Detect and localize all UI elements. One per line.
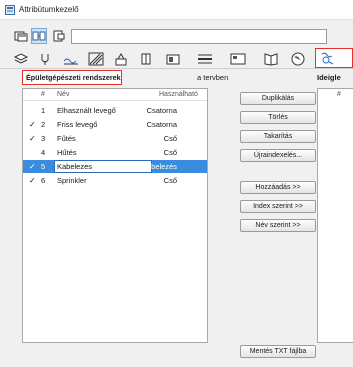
by-name-button[interactable]: Név szerint >>	[240, 219, 316, 232]
duplicate-button[interactable]: Duplikálás	[240, 92, 316, 105]
attribute-manager-button[interactable]	[31, 28, 47, 44]
line-type-icon[interactable]	[63, 52, 79, 66]
temporary-list-panel: #	[317, 88, 353, 343]
table-row[interactable]: ✓ 3 Fűtés Cső	[23, 132, 207, 145]
row-checkmark[interactable]: ✓	[29, 134, 36, 143]
building-material-icon[interactable]	[113, 52, 129, 66]
globe-icon[interactable]	[290, 52, 306, 66]
profile-icon[interactable]	[165, 52, 181, 66]
row-checkmark[interactable]: ✓	[29, 176, 36, 185]
title-bar: Attribútumkezelő	[0, 0, 353, 20]
section-label: Épületgépészeti rendszerek	[22, 70, 122, 85]
app-icon	[5, 5, 15, 15]
row-name: Friss levegő	[57, 120, 98, 129]
pen-icon[interactable]	[37, 52, 53, 66]
table-row[interactable]: 1 Elhasznált levegő Csatorna	[23, 104, 207, 117]
row-type: Cső	[163, 176, 177, 185]
table-header: # Név Használható	[23, 89, 207, 101]
copy-icon	[53, 30, 65, 42]
row-name: Fűtés	[57, 134, 76, 143]
attribute-type-tabs	[0, 50, 353, 69]
row-name: Elhasznált levegő	[57, 106, 116, 115]
mep-systems-table: # Név Használható 1 Elhasznált levegő Cs…	[22, 88, 208, 343]
save-txt-button[interactable]: Mentés TXT fájlba	[240, 345, 316, 358]
col-number[interactable]: #	[41, 91, 45, 98]
add-button[interactable]: Hozzáadás >>	[240, 181, 316, 194]
col-type[interactable]: Használható	[159, 91, 198, 98]
row-number: 6	[41, 176, 46, 185]
row-name: Sprinkler	[57, 176, 87, 185]
open-file-button[interactable]	[13, 28, 29, 44]
temporary-panel-label: Ideigle	[317, 73, 341, 82]
delete-button[interactable]: Törlés	[240, 111, 316, 124]
row-type: Csatorna	[146, 106, 177, 115]
surface-icon[interactable]	[230, 52, 246, 66]
row-number: 1	[41, 106, 46, 115]
attribute-manager-icon	[32, 31, 46, 41]
row-type: Kabelezés	[141, 162, 177, 171]
row-number: 4	[41, 148, 46, 157]
purge-button[interactable]: Takarítás	[240, 130, 316, 143]
mep-system-icon	[321, 52, 334, 65]
layers-icon[interactable]	[13, 52, 29, 66]
book-icon[interactable]	[263, 52, 279, 66]
renumber-button[interactable]: Újraindexelés...	[240, 149, 316, 162]
row-checkmark[interactable]: ✓	[29, 120, 36, 129]
row-name-edit-field[interactable]: Kabelezes	[54, 160, 152, 173]
mep-systems-tab[interactable]	[315, 48, 353, 68]
table-row[interactable]: ✓ 6 Sprinkler Cső	[23, 174, 207, 187]
row-checkmark[interactable]: ✓	[29, 162, 36, 171]
fill-icon[interactable]	[88, 52, 104, 66]
col-name[interactable]: Név	[57, 91, 69, 98]
row-number: 2	[41, 120, 46, 129]
by-index-button[interactable]: Index szerint >>	[240, 200, 316, 213]
search-input[interactable]	[71, 29, 327, 44]
in-project-label: a tervben	[197, 73, 229, 82]
row-name: Hűtés	[57, 148, 77, 157]
window-title: Attribútumkezelő	[19, 5, 79, 14]
table-row-selected[interactable]: ✓ 5 Kabelezes Kabelezés	[23, 160, 207, 173]
zone-icon[interactable]	[197, 52, 213, 66]
row-type: Cső	[163, 148, 177, 157]
composite-icon[interactable]	[138, 52, 154, 66]
open-file-icon	[14, 31, 28, 42]
row-type: Cső	[163, 134, 177, 143]
col-number: #	[337, 91, 341, 98]
row-number: 3	[41, 134, 46, 143]
table-row[interactable]: 4 Hűtés Cső	[23, 146, 207, 159]
copy-button[interactable]	[51, 28, 67, 44]
row-number: 5	[41, 162, 46, 171]
table-row[interactable]: ✓ 2 Friss levegő Csatorna	[23, 118, 207, 131]
row-type: Csatorna	[146, 120, 177, 129]
